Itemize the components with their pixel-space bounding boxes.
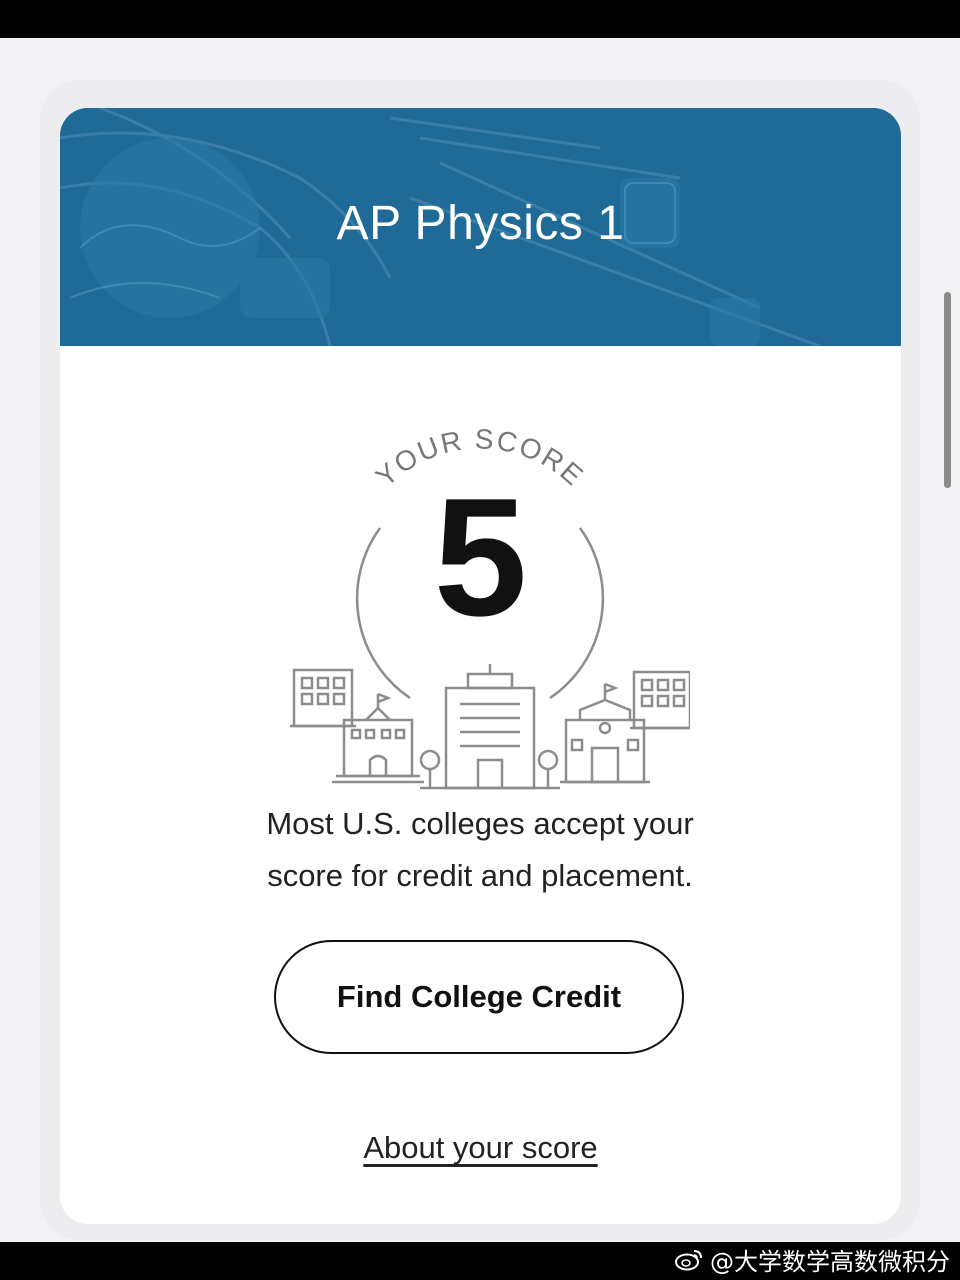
score-value: 5 [433,463,528,651]
find-college-credit-button[interactable]: Find College Credit [274,940,684,1054]
about-your-score-link[interactable]: About your score [60,1130,901,1166]
scrollbar[interactable] [944,292,951,488]
score-message-line-1: Most U.S. colleges accept your [266,806,694,841]
card-header: AP Physics 1 [60,108,901,346]
weibo-logo-icon [675,1250,702,1271]
watermark: @大学数学高数微积分 [674,1244,950,1276]
score-message: Most U.S. colleges accept your score for… [180,798,780,902]
watermark-text: @大学数学高数微积分 [710,1247,950,1276]
app-screen: AP Physics 1 YOUR SCORE 5 Most U.S. coll… [0,38,960,1242]
course-title: AP Physics 1 [336,197,625,250]
score-card: AP Physics 1 YOUR SCORE 5 Most U.S. coll… [60,108,901,1224]
campus-buildings-icon [290,664,690,790]
score-message-line-2: score for credit and placement. [267,858,693,893]
